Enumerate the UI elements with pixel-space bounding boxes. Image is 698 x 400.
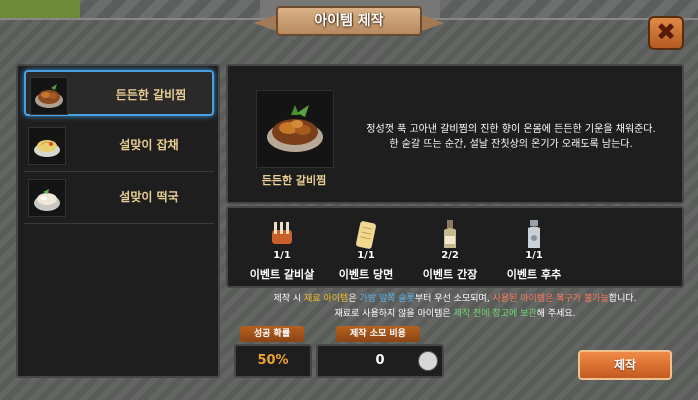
notice-text: 합니다. <box>608 294 637 304</box>
material-count: 2/2 <box>441 250 459 261</box>
success-rate-label: 성공 확률 <box>240 326 304 342</box>
description-line-1: 정성껏 푹 고아낸 갈비찜의 진한 향이 온몸에 든든한 기운을 채워준다. <box>366 124 656 135</box>
selected-item-name: 든든한 갈비찜 <box>261 174 327 187</box>
recipe-label: 설맞이 잡채 <box>119 138 179 152</box>
recipe-divider <box>24 171 214 172</box>
material-slot[interactable]: 2/2 이벤트 간장 <box>410 214 490 286</box>
notice-text: 재료로 사용하지 않을 아이템은 <box>334 309 454 319</box>
japchae-icon <box>28 127 66 165</box>
recipe-label: 든든한 갈비찜 <box>115 88 187 102</box>
recipe-detail-panel: 든든한 갈비찜 정성껏 푹 고아낸 갈비찜의 진한 향이 온몸에 든든한 기운을… <box>226 64 684 204</box>
material-slot[interactable]: 1/1 이벤트 당면 <box>326 214 406 286</box>
notice-line-1: 제작 시 재료 아이템은 가방 앞쪽 슬롯부터 우선 소모되며, 사용된 아이템… <box>226 292 684 307</box>
materials-panel: 1/1 이벤트 갈비살 1/1 이벤트 당면 2/2 이벤트 간장 1/1 이벤… <box>226 206 684 288</box>
item-description: 정성껏 푹 고아낸 갈비찜의 진한 향이 온몸에 든든한 기운을 채워준다. 한… <box>346 122 676 152</box>
close-button[interactable]: ✖ <box>648 16 684 50</box>
notice-text: 제작 시 <box>273 294 305 304</box>
recipe-item-tteokguk[interactable]: 설맞이 떡국 <box>24 174 214 224</box>
galbijjim-icon <box>30 77 68 115</box>
material-count: 1/1 <box>273 250 291 261</box>
craft-button[interactable]: 제작 <box>578 350 672 380</box>
recipe-label: 설맞이 떡국 <box>119 190 179 204</box>
rib-meat-icon <box>266 218 298 252</box>
recipe-list: 든든한 갈비찜 설맞이 잡채 설맞이 떡국 <box>16 64 220 378</box>
title-wing-right <box>422 15 444 31</box>
pepper-icon <box>518 218 550 252</box>
soy-sauce-icon <box>434 218 466 252</box>
material-count: 1/1 <box>357 250 375 261</box>
notice-highlight: 가방 앞쪽 슬롯 <box>359 294 415 304</box>
craft-cost-box: 0 <box>316 344 444 378</box>
material-slot[interactable]: 1/1 이벤트 후추 <box>494 214 574 286</box>
recipe-item-japchae[interactable]: 설맞이 잡채 <box>24 122 214 172</box>
window-title: 아이템 제작 <box>314 13 384 29</box>
recipe-item-galbijjim[interactable]: 든든한 갈비찜 <box>24 70 214 116</box>
material-count: 1/1 <box>525 250 543 261</box>
title-wing-left <box>254 15 276 31</box>
notice-highlight: 재료 아이템 <box>304 294 349 304</box>
glass-noodle-icon <box>350 218 382 252</box>
material-name: 이벤트 당면 <box>338 268 394 281</box>
craft-cost-label: 제작 소모 비용 <box>336 326 420 342</box>
description-line-2: 한 숟갈 뜨는 순간, 설날 잔칫상의 온기가 오래도록 남는다. <box>389 139 633 150</box>
craft-cost-value: 0 <box>375 353 385 368</box>
notice-warning: 사용된 아이템은 복구가 불가능 <box>492 294 609 304</box>
tteokguk-icon <box>28 179 66 217</box>
notice-text: 해 주세요. <box>536 309 576 319</box>
galbijjim-icon <box>256 90 334 168</box>
material-slot[interactable]: 1/1 이벤트 갈비살 <box>242 214 322 286</box>
recipe-divider <box>24 223 214 224</box>
window-titlebar: 아이템 제작 <box>248 6 450 38</box>
material-name: 이벤트 간장 <box>422 268 478 281</box>
material-name: 이벤트 후추 <box>506 268 562 281</box>
notice-text: 은 <box>348 294 360 304</box>
coin-icon <box>418 351 438 371</box>
notice-highlight: 제작 전에 창고에 보관 <box>453 309 537 319</box>
notice-text: 부터 우선 소모되며, <box>414 294 493 304</box>
x-icon: ✖ <box>655 18 677 46</box>
success-rate-value: 50% <box>234 344 312 378</box>
notice-line-2: 재료로 사용하지 않을 아이템은 제작 전에 창고에 보관해 주세요. <box>226 307 684 322</box>
material-name: 이벤트 갈비살 <box>249 268 315 281</box>
crafting-notice: 제작 시 재료 아이템은 가방 앞쪽 슬롯부터 우선 소모되며, 사용된 아이템… <box>226 292 684 322</box>
